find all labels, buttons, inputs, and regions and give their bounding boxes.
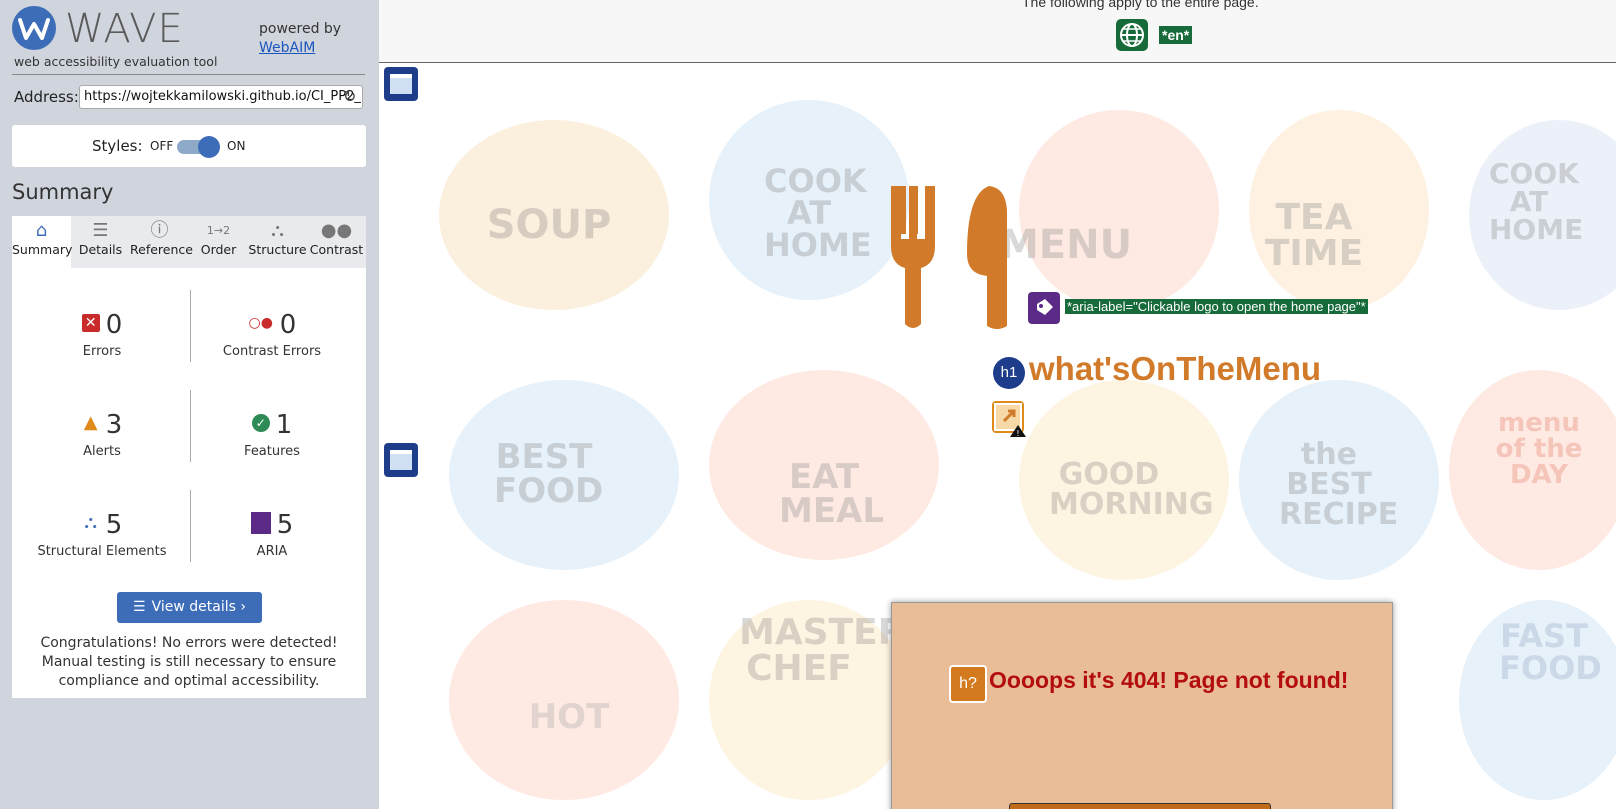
reload-icon[interactable]: ↻ [343, 87, 356, 107]
divider [12, 74, 365, 75]
stat-label: Features [244, 444, 300, 459]
feature-check-icon: ✓ [251, 413, 270, 432]
tab-structure[interactable]: ⛬ Structure [248, 216, 307, 268]
aria-icon [250, 511, 271, 534]
aria-tag-icon[interactable] [1028, 292, 1060, 324]
doodle-text: GOOD MORNING [1049, 457, 1214, 522]
page-preview: SOUP COOK AT HOME MENU TEA TIME COOK AT … [379, 0, 1616, 809]
doodle-text: HOT [528, 697, 610, 737]
tab-label: Structure [248, 242, 307, 257]
tab-order[interactable]: 1→2 Order [189, 216, 248, 268]
stat-label: Errors [82, 344, 122, 359]
h1-badge-icon[interactable]: h1 [993, 357, 1025, 389]
home-icon: ⌂ [35, 220, 48, 241]
svg-text:!: ! [1016, 429, 1019, 437]
stat-label: Structural Elements [37, 544, 167, 559]
stat-errors[interactable]: ✕ 0 Errors [17, 310, 187, 359]
styles-off-label: OFF [150, 139, 174, 153]
styles-label: Styles: [92, 137, 143, 155]
language-tag: *en* [1159, 26, 1193, 44]
tab-bar: ⌂ Summary ☰ Details ⓘ Reference 1→2 Orde… [12, 216, 366, 268]
stat-value: 0 [279, 310, 297, 340]
tab-label: Summary [12, 242, 73, 257]
tab-summary[interactable]: ⌂ Summary [12, 216, 73, 268]
stat-value: 5 [276, 510, 294, 540]
alert-triangle-icon: ▲ [83, 411, 98, 433]
structure-icon: ⛬ [271, 220, 284, 241]
page-wide-note: The following apply to the entire page. [1022, 0, 1259, 10]
doodle-text: COOK AT HOME [1489, 157, 1584, 246]
stat-label: Contrast Errors [222, 344, 322, 359]
summary-heading: Summary [12, 180, 114, 204]
page-heading: what'sOnTheMenu [1029, 350, 1322, 387]
tab-label: Contrast [309, 242, 364, 257]
webaim-link[interactable]: WebAIM [259, 40, 315, 56]
doodle-text: COOK AT HOME [764, 162, 872, 264]
stat-label: ARIA [256, 544, 288, 559]
wave-sidebar: WAVE web accessibility evaluation tool p… [0, 0, 379, 809]
tab-details[interactable]: ☰ Details [71, 216, 130, 268]
stat-label: Alerts [83, 444, 121, 459]
doodle-text: EAT MEAL [779, 457, 885, 531]
wave-logo-icon [12, 6, 56, 50]
stat-contrast-errors[interactable]: ○● 0 Contrast Errors [187, 310, 357, 359]
powered-by: powered by WebAIM [259, 20, 341, 58]
tab-reference[interactable]: ⓘ Reference [130, 216, 193, 268]
page-wide-info-bar: The following apply to the entire page. … [379, 0, 1616, 63]
view-details-label: View details › [151, 599, 246, 615]
tab-label: Order [200, 242, 237, 257]
congrats-message: Congratulations! No errors were detected… [40, 635, 338, 689]
order-icon: 1→2 [206, 224, 231, 237]
tab-contrast[interactable]: ●● Contrast [307, 216, 366, 268]
list-icon: ☰ [92, 220, 109, 241]
stat-value: 3 [105, 410, 123, 440]
back-home-button[interactable] [1009, 803, 1271, 809]
stat-alerts[interactable]: ▲ 3 Alerts [17, 410, 187, 459]
doodle-text: MASTER CHEF [739, 612, 906, 689]
doodle-text: TEA TIME [1264, 197, 1364, 274]
stat-value: 1 [275, 410, 293, 440]
tagline: web accessibility evaluation tool [14, 54, 218, 69]
main-landmark-icon[interactable] [384, 443, 418, 477]
styles-toggle-knob[interactable] [198, 136, 220, 158]
stat-value: 0 [105, 310, 123, 340]
doodle-text: the BEST RECIPE [1279, 437, 1399, 532]
powered-by-label: powered by [259, 21, 342, 37]
stat-features[interactable]: ✓ 1 Features [187, 410, 357, 459]
tab-label: Details [78, 242, 123, 257]
tab-label: Reference [130, 242, 193, 257]
stat-aria[interactable]: 5 ARIA [187, 510, 357, 559]
error-404-box: h? Oooops it's 404! Page not found! [891, 602, 1393, 809]
styles-on-label: ON [227, 139, 246, 153]
structure-icon: ⛬ [84, 511, 98, 533]
wave-logo-text: WAVE [65, 6, 184, 52]
doodle-blob [1019, 110, 1219, 310]
list-icon: ☰ [133, 599, 146, 615]
info-icon: ⓘ [150, 220, 169, 241]
contrast-icon: ●● [320, 220, 353, 241]
header-landmark-icon[interactable] [384, 67, 418, 101]
new-window-alert-icon[interactable]: ! [992, 401, 1026, 438]
doodle-text: BEST FOOD [494, 437, 604, 511]
styles-toggle-panel: Styles: OFF ON [12, 125, 366, 167]
stat-structural[interactable]: ⛬ 5 Structural Elements [17, 510, 187, 559]
aria-label-tag: *aria-label="Clickable logo to open the … [1065, 299, 1368, 314]
address-input[interactable]: https://wojtekkamilowski.github.io/CI_PP… [79, 85, 363, 109]
view-details-button[interactable]: ☰ View details › [117, 592, 262, 623]
stat-value: 5 [105, 510, 123, 540]
doodle-text: SOUP [486, 202, 612, 248]
doodle-text: menu of the DAY [1495, 408, 1583, 490]
error-404-title: Oooops it's 404! Page not found! [989, 667, 1349, 693]
doodle-text: FAST FOOD [1499, 617, 1602, 687]
fork-knife-logo-icon[interactable] [889, 184, 1019, 334]
error-x-icon: ✕ [81, 313, 100, 332]
possible-heading-alert-icon[interactable]: h? [949, 665, 987, 703]
contrast-error-icon: ○● [248, 314, 273, 331]
address-label: Address: [14, 88, 79, 106]
language-globe-icon[interactable] [1116, 19, 1148, 51]
